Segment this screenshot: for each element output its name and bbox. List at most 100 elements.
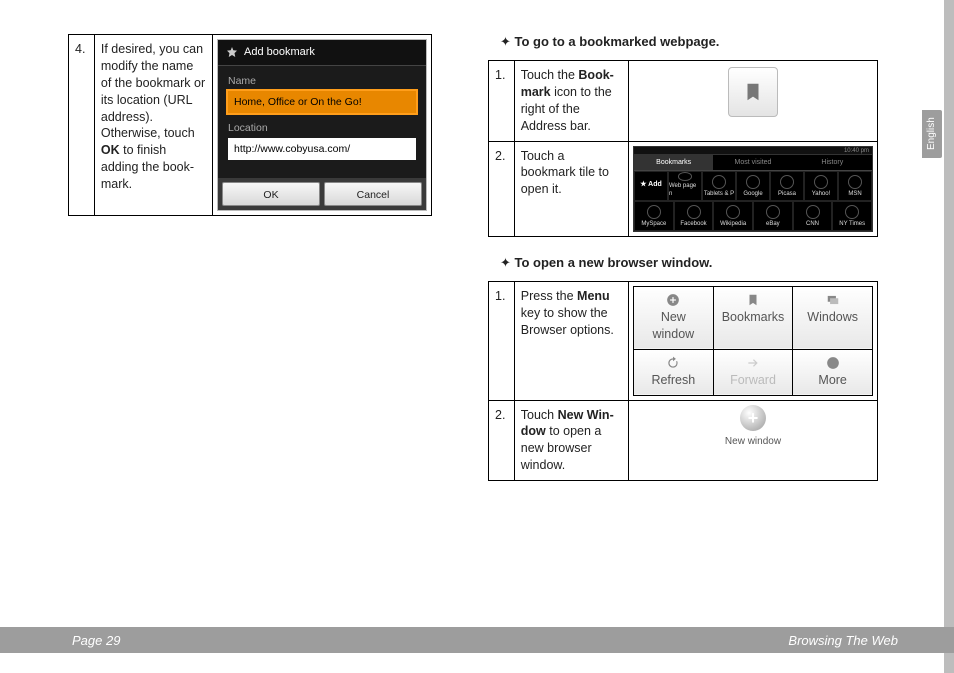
name-label: Name	[228, 74, 416, 88]
t2s2-a: Touch	[521, 408, 558, 422]
tile-label: MySpace	[641, 220, 666, 228]
tile-label: Picasa	[778, 190, 796, 198]
star-icon	[226, 46, 238, 58]
menu-more[interactable]: More	[793, 349, 873, 395]
t2s1-c: key to show the Browser options.	[521, 306, 614, 337]
menu-windows[interactable]: Windows	[793, 286, 873, 349]
tile-label: Facebook	[680, 220, 706, 228]
t2s1-b: Menu	[577, 289, 610, 303]
bookmark-icon	[742, 81, 764, 103]
ok-button[interactable]: OK	[222, 182, 320, 206]
step-text: Touch a bookmark tile to open it.	[514, 141, 628, 236]
go-to-bookmark-table: 1. Touch the Book-mark icon to the right…	[488, 60, 878, 237]
tile-label: Tablets & P	[704, 190, 734, 198]
step-number: 1.	[489, 61, 515, 142]
menu-refresh[interactable]: Refresh	[634, 349, 714, 395]
new-window-item[interactable]: + New window	[703, 405, 803, 449]
bookmark-tabs: Bookmarks Most visited History	[634, 155, 872, 171]
tile-label: NY Times	[839, 220, 865, 228]
windows-icon	[826, 293, 840, 307]
bookmark-icon	[746, 293, 760, 307]
tab-bookmarks[interactable]: Bookmarks	[634, 155, 713, 171]
new-window-table: 1. Press the Menu key to show the Browse…	[488, 281, 878, 481]
step-number: 2.	[489, 400, 515, 481]
tile-label: CNN	[806, 220, 819, 228]
location-input[interactable]: http://www.cobyusa.com/	[228, 138, 416, 160]
bookmark-tile[interactable]: Web page n	[668, 171, 702, 201]
bookmark-tile[interactable]: Facebook	[674, 201, 714, 231]
dialog-body: Name Home, Office or On the Go! Location…	[218, 66, 426, 178]
step-text: Press the Menu key to show the Browser o…	[514, 281, 628, 400]
menu-label: Bookmarks	[722, 309, 785, 326]
plus-circle-icon: +	[740, 405, 766, 431]
bookmark-tile[interactable]: NY Times	[832, 201, 872, 231]
step-figure: New window Bookmarks Windows Refresh For…	[629, 281, 878, 400]
browser-options-menu: New window Bookmarks Windows Refresh For…	[633, 286, 873, 396]
language-tab: English	[922, 110, 942, 158]
step-number: 2.	[489, 141, 515, 236]
bookmark-button-icon[interactable]	[728, 67, 778, 117]
step-figure: + New window	[629, 400, 878, 481]
left-column: 4. If desired, you can modify the name o…	[68, 34, 432, 499]
tile-label: eBay	[766, 220, 780, 228]
footer-section-title: Browsing The Web	[788, 633, 898, 648]
bookmark-tile[interactable]: Picasa	[770, 171, 804, 201]
refresh-icon	[666, 356, 680, 370]
dialog-title: Add bookmark	[244, 45, 315, 60]
step-text: Touch New Win-dow to open a new browser …	[514, 400, 628, 481]
tile-label: Google	[743, 190, 762, 198]
step4-bold: OK	[101, 143, 120, 157]
tile-label: Wikipedia	[720, 220, 746, 228]
menu-label: Forward	[730, 372, 776, 389]
right-column: To go to a bookmarked webpage. 1. Touch …	[488, 34, 878, 499]
add-bookmark-tile[interactable]: ★ Add	[634, 171, 668, 201]
step-number: 4.	[69, 35, 95, 216]
tile-label: Web page n	[669, 182, 701, 198]
step-text: If desired, you can modify the name of t…	[94, 35, 212, 216]
cancel-button[interactable]: Cancel	[324, 182, 422, 206]
footer-page-number: Page 29	[72, 633, 120, 648]
menu-label: Refresh	[651, 372, 695, 389]
tab-most-visited[interactable]: Most visited	[713, 155, 792, 171]
name-input[interactable]: Home, Office or On the Go!	[228, 91, 416, 113]
forward-icon	[746, 356, 760, 370]
t2s1-a: Press the	[521, 289, 577, 303]
step-figure: Add bookmark Name Home, Office or On the…	[213, 35, 432, 216]
page-body: 4. If desired, you can modify the name o…	[0, 0, 954, 499]
step-text: Touch the Book-mark icon to the right of…	[514, 61, 628, 142]
dialog-buttons: OK Cancel	[218, 178, 426, 210]
bookmark-tile[interactable]: Tablets & P	[702, 171, 736, 201]
t1s1-a: Touch the	[521, 68, 579, 82]
menu-label: New window	[640, 309, 707, 343]
page-footer: Page 29 Browsing The Web	[0, 627, 954, 653]
heading-new-window: To open a new browser window.	[500, 255, 878, 271]
bookmark-tile[interactable]: MSN	[838, 171, 872, 201]
bookmark-tile[interactable]: CNN	[793, 201, 833, 231]
menu-new-window[interactable]: New window	[634, 286, 714, 349]
dialog-titlebar: Add bookmark	[218, 40, 426, 66]
add-bookmark-dialog: Add bookmark Name Home, Office or On the…	[217, 39, 427, 211]
heading-go-to-bookmark: To go to a bookmarked webpage.	[500, 34, 878, 50]
menu-label: More	[818, 372, 846, 389]
bookmark-tile[interactable]: eBay	[753, 201, 793, 231]
tile-label: Yahoo!	[812, 190, 831, 198]
bookmark-tile[interactable]: Google	[736, 171, 770, 201]
more-icon	[826, 356, 840, 370]
plus-circle-icon	[666, 293, 680, 307]
new-window-label: New window	[725, 435, 781, 449]
add-bookmark-table: 4. If desired, you can modify the name o…	[68, 34, 432, 216]
menu-forward: Forward	[713, 349, 793, 395]
bookmark-tile[interactable]: MySpace	[634, 201, 674, 231]
step-figure	[629, 61, 878, 142]
step-figure: 10:40 pm Bookmarks Most visited History …	[629, 141, 878, 236]
tab-history[interactable]: History	[793, 155, 872, 171]
status-bar: 10:40 pm	[634, 147, 872, 155]
step-number: 1.	[489, 281, 515, 400]
location-label: Location	[228, 121, 416, 135]
bookmark-grid-screenshot: 10:40 pm Bookmarks Most visited History …	[633, 146, 873, 232]
page-edge-strip	[944, 0, 954, 673]
menu-label: Windows	[807, 309, 858, 326]
bookmark-tile[interactable]: Yahoo!	[804, 171, 838, 201]
menu-bookmarks[interactable]: Bookmarks	[713, 286, 793, 349]
bookmark-tile[interactable]: Wikipedia	[713, 201, 753, 231]
